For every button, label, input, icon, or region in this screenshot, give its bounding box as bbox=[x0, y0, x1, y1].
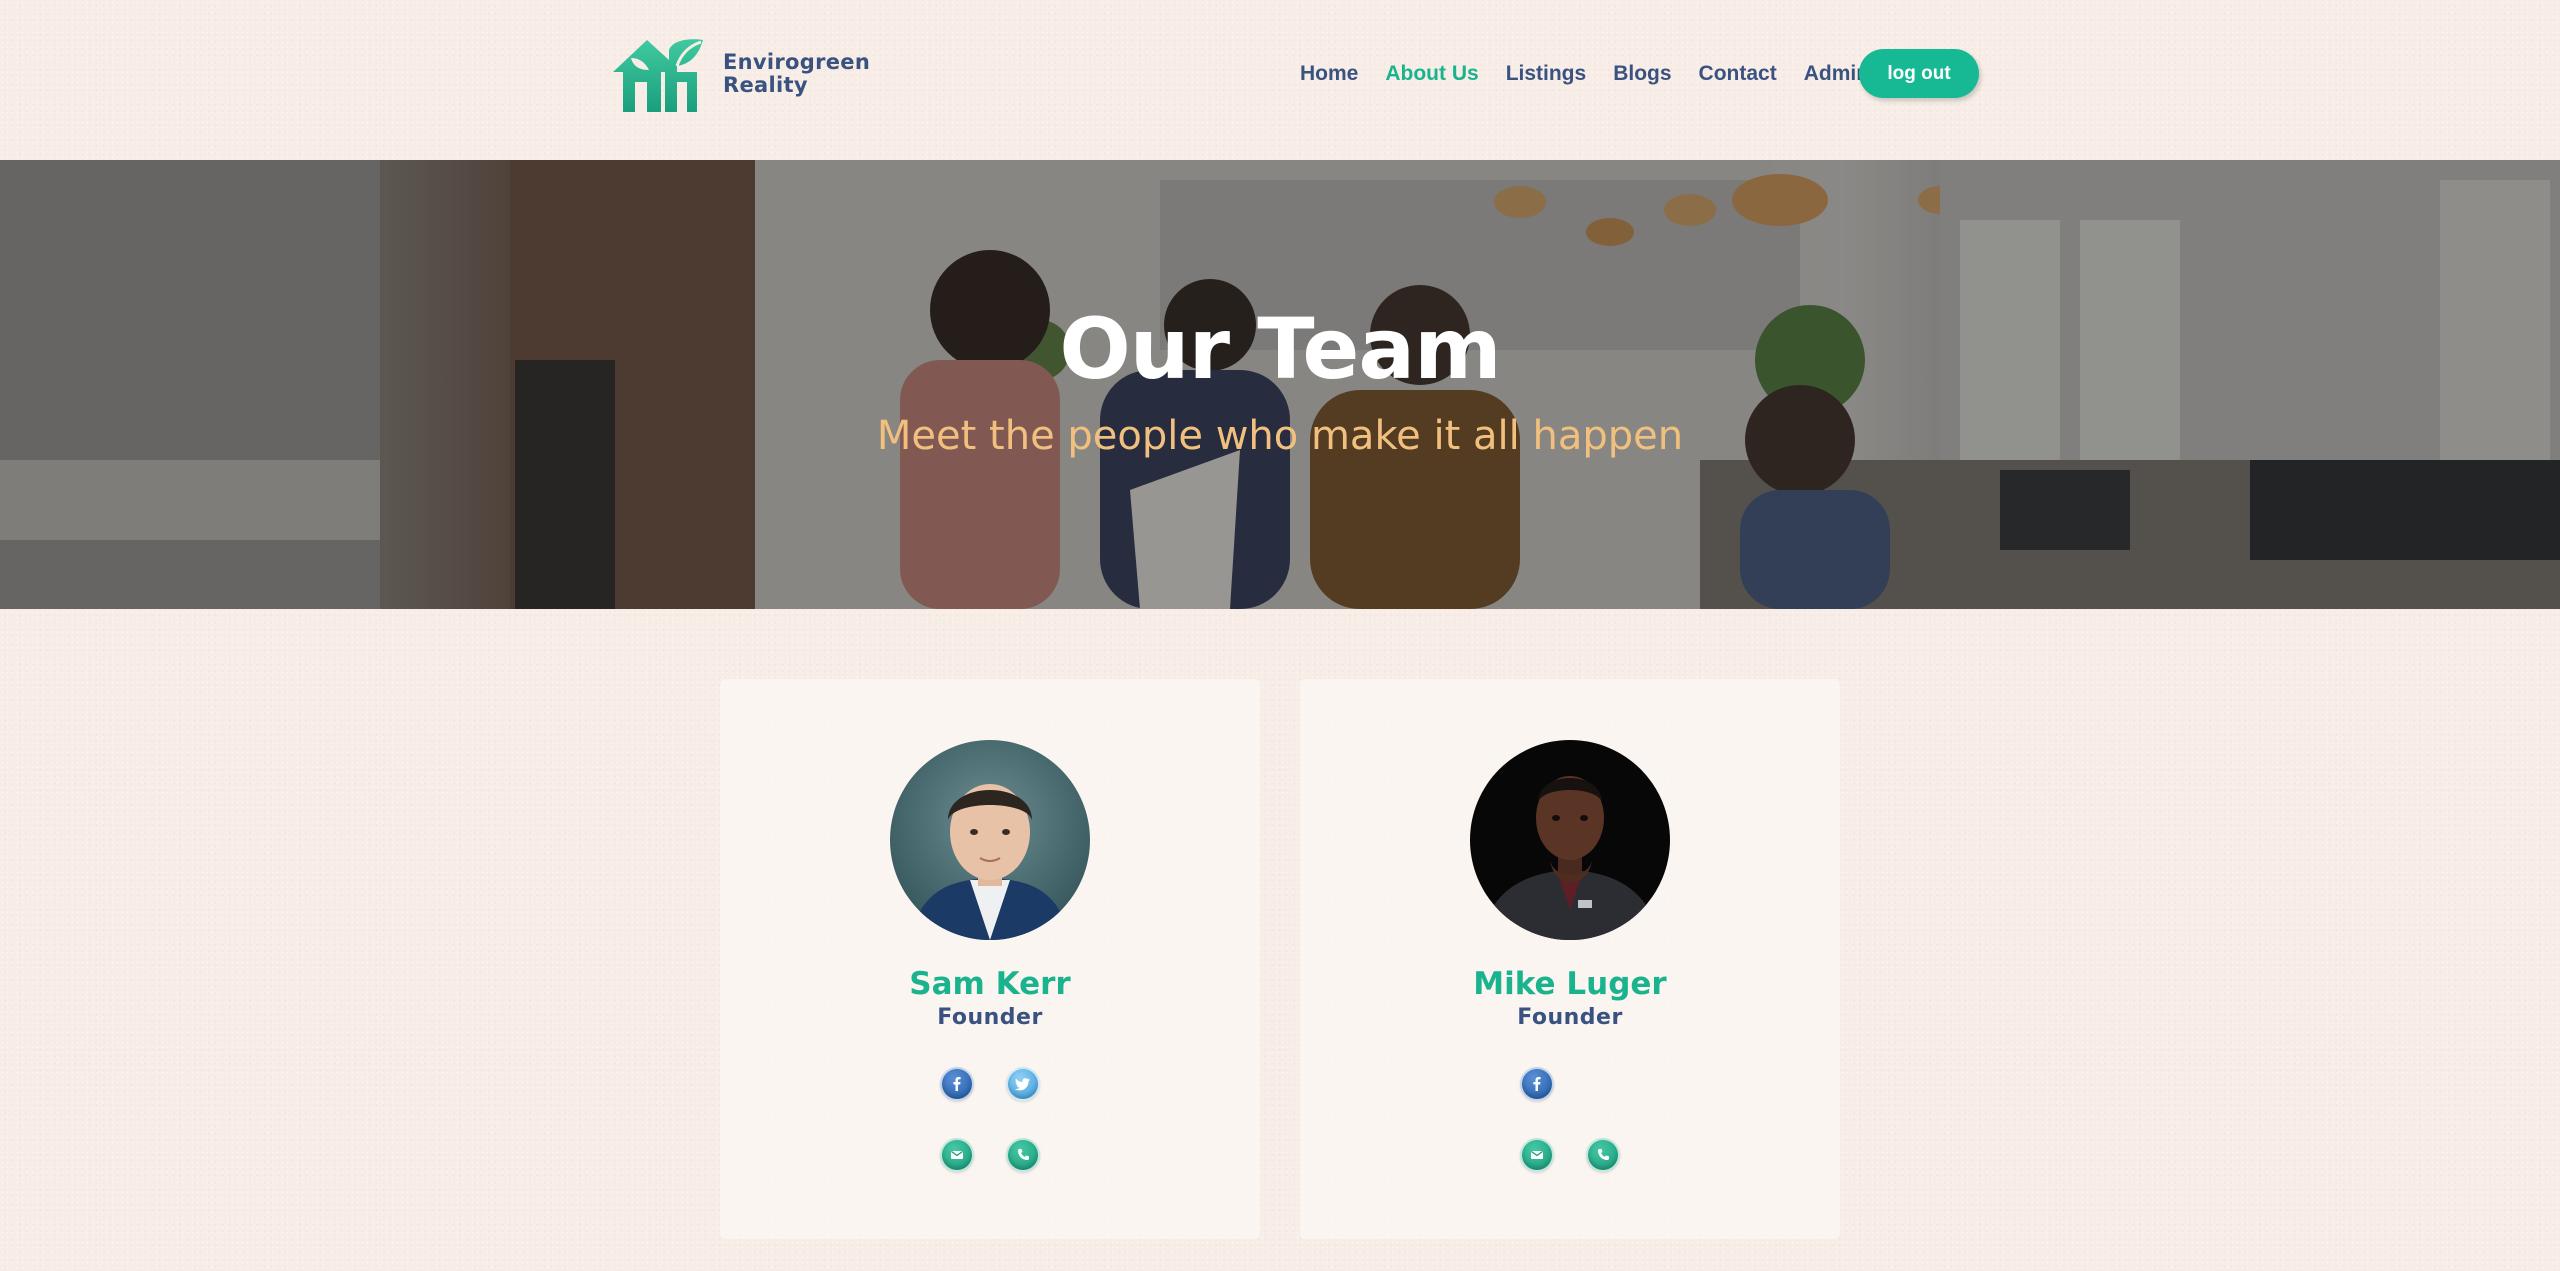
logout-button[interactable]: log out bbox=[1859, 49, 1979, 98]
facebook-icon[interactable] bbox=[940, 1067, 974, 1101]
nav-blogs[interactable]: Blogs bbox=[1613, 62, 1671, 86]
site-header: Envirogreen Reality Home About Us Listin… bbox=[0, 0, 2560, 160]
phone-icon[interactable] bbox=[1586, 1138, 1620, 1172]
avatar bbox=[890, 740, 1090, 940]
avatar bbox=[1470, 740, 1670, 940]
facebook-icon[interactable] bbox=[1520, 1067, 1554, 1101]
email-icon[interactable] bbox=[940, 1138, 974, 1172]
nav-listings[interactable]: Listings bbox=[1506, 62, 1587, 86]
house-leaf-logo-icon bbox=[613, 39, 707, 112]
nav-about-us[interactable]: About Us bbox=[1385, 62, 1478, 86]
hero-banner: Our Team Meet the people who make it all… bbox=[0, 160, 2560, 609]
member-name: Sam Kerr bbox=[909, 966, 1071, 1002]
team-member-photo bbox=[890, 740, 1090, 940]
brand-logo[interactable]: Envirogreen Reality bbox=[611, 36, 870, 112]
nav-contact[interactable]: Contact bbox=[1699, 62, 1777, 86]
main-nav: Home About Us Listings Blogs Contact Adm… bbox=[1300, 50, 1896, 98]
team-member-card: Sam Kerr Founder bbox=[720, 679, 1260, 1239]
brand-name: Envirogreen Reality bbox=[723, 51, 870, 97]
brand-name-line1: Envirogreen bbox=[723, 50, 871, 74]
twitter-icon[interactable] bbox=[1006, 1067, 1040, 1101]
member-role: Founder bbox=[937, 1005, 1043, 1030]
email-icon[interactable] bbox=[1520, 1138, 1554, 1172]
team-member-card: Mike Luger Founder bbox=[1300, 679, 1840, 1239]
team-member-photo bbox=[1470, 740, 1670, 940]
member-name: Mike Luger bbox=[1473, 966, 1667, 1002]
brand-name-line2: Reality bbox=[723, 73, 808, 97]
phone-icon[interactable] bbox=[1006, 1138, 1040, 1172]
hero-title: Our Team bbox=[1059, 300, 1501, 398]
hero-subtitle: Meet the people who make it all happen bbox=[876, 413, 1684, 459]
nav-home[interactable]: Home bbox=[1300, 62, 1358, 86]
member-role: Founder bbox=[1517, 1005, 1623, 1030]
